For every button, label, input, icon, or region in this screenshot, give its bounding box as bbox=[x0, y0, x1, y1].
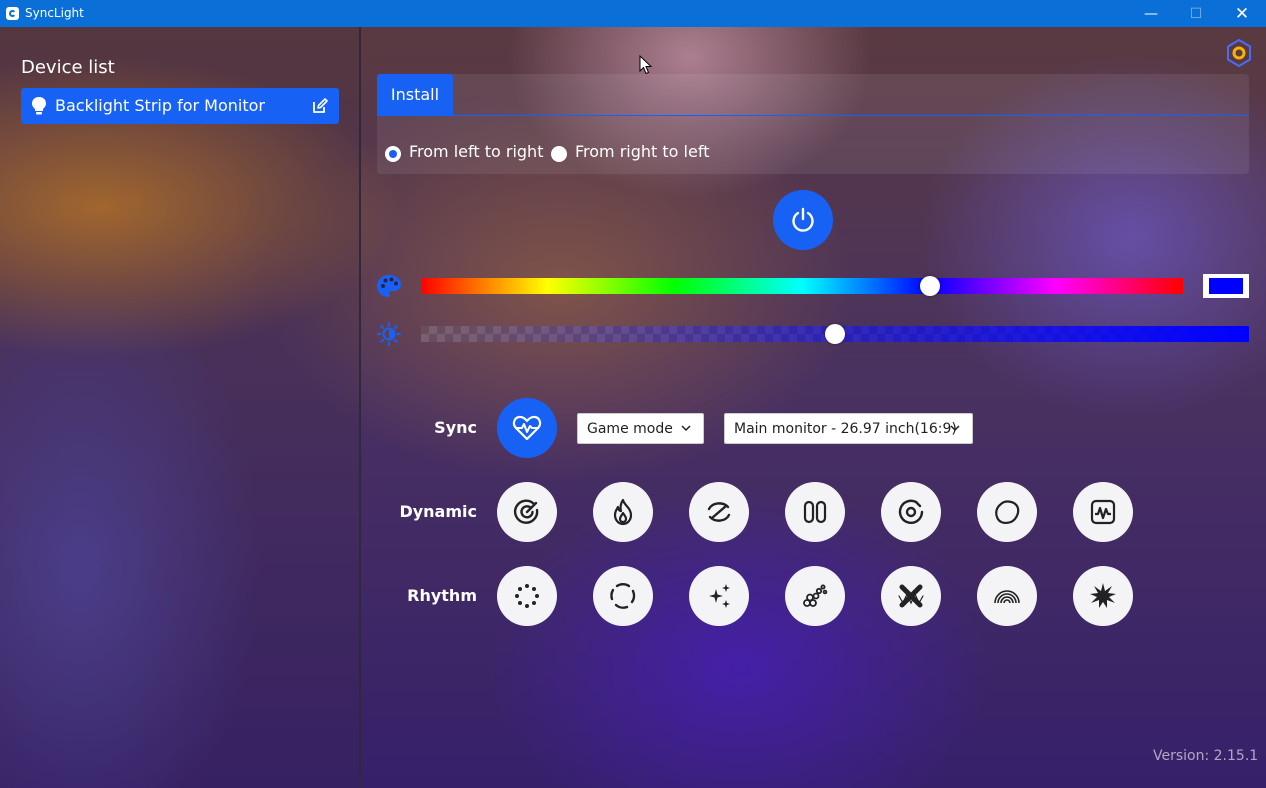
cross-wave-icon bbox=[898, 584, 924, 608]
dashed-ring-icon bbox=[610, 583, 636, 609]
dynamic-effect-5-button[interactable] bbox=[881, 482, 941, 542]
device-item-label: Backlight Strip for Monitor bbox=[55, 96, 265, 115]
install-panel: Install From left to right From right to… bbox=[377, 74, 1249, 174]
dynamic-effect-2-button[interactable] bbox=[593, 482, 653, 542]
brightness-icon bbox=[377, 322, 401, 346]
dynamic-effect-6-button[interactable] bbox=[977, 482, 1037, 542]
device-list-title: Device list bbox=[21, 57, 115, 78]
brightness-slider[interactable] bbox=[421, 324, 1249, 344]
flame-icon bbox=[613, 498, 633, 526]
wave-frame-icon bbox=[1090, 499, 1116, 525]
sparkles-icon bbox=[709, 584, 730, 608]
color-swatch[interactable] bbox=[1203, 274, 1249, 298]
edit-icon[interactable] bbox=[312, 98, 328, 114]
rhythm-effect-1-button[interactable] bbox=[497, 566, 557, 626]
close-button[interactable]: ✕ bbox=[1219, 0, 1265, 27]
swirl-icon bbox=[898, 499, 924, 524]
rhythm-effect-5-button[interactable] bbox=[881, 566, 941, 626]
dynamic-effect-3-button[interactable] bbox=[689, 482, 749, 542]
rhythm-effect-2-button[interactable] bbox=[593, 566, 653, 626]
radio-label-right-to-left[interactable]: From right to left bbox=[575, 142, 709, 161]
chevron-down-icon bbox=[950, 425, 960, 432]
bubbles-icon bbox=[803, 584, 828, 607]
rhythm-effect-3-button[interactable] bbox=[689, 566, 749, 626]
mode-dropdown[interactable]: Game mode bbox=[577, 413, 704, 444]
title-bar: SyncLight — ☐ ✕ bbox=[0, 0, 1266, 27]
dynamic-effect-1-button[interactable] bbox=[497, 482, 557, 542]
monitor-dropdown-value: Main monitor - 26.97 inch(16:9) bbox=[734, 420, 957, 437]
burst-icon bbox=[1090, 583, 1116, 608]
blob-icon bbox=[995, 500, 1020, 525]
version-text: Version: 2.15.1 bbox=[1153, 748, 1259, 764]
palette-icon bbox=[377, 275, 401, 297]
rhythm-label: Rhythm bbox=[407, 586, 477, 605]
hue-slider-thumb[interactable] bbox=[920, 276, 941, 296]
tab-install[interactable]: Install bbox=[377, 74, 453, 115]
heart-pulse-icon bbox=[512, 415, 542, 441]
power-button[interactable] bbox=[773, 190, 833, 250]
tab-underline bbox=[377, 115, 1249, 116]
sync-heart-button[interactable] bbox=[497, 398, 557, 458]
app-client-area: Device list Backlight Strip for Monitor … bbox=[0, 27, 1266, 788]
panel-divider bbox=[359, 27, 361, 788]
radio-left-to-right[interactable] bbox=[385, 146, 401, 162]
target-icon bbox=[513, 499, 539, 524]
pill-pair-icon bbox=[803, 500, 827, 524]
brightness-slider-thumb[interactable] bbox=[825, 324, 845, 344]
mode-dropdown-value: Game mode bbox=[587, 420, 673, 437]
sidebar: Device list Backlight Strip for Monitor bbox=[0, 27, 360, 788]
dynamic-label: Dynamic bbox=[399, 502, 477, 521]
monitor-dropdown[interactable]: Main monitor - 26.97 inch(16:9) bbox=[724, 413, 973, 444]
power-icon bbox=[792, 207, 814, 232]
app-logo-icon bbox=[6, 7, 19, 20]
dynamic-effect-7-button[interactable] bbox=[1073, 482, 1133, 542]
rhythm-effect-6-button[interactable] bbox=[977, 566, 1037, 626]
mouse-cursor-icon bbox=[639, 55, 653, 75]
minimize-button[interactable]: — bbox=[1128, 0, 1174, 27]
maximize-button[interactable]: ☐ bbox=[1173, 0, 1219, 27]
sync-label: Sync bbox=[434, 418, 477, 437]
dynamic-effect-4-button[interactable] bbox=[785, 482, 845, 542]
device-item-backlight-strip[interactable]: Backlight Strip for Monitor bbox=[21, 88, 339, 124]
bulb-icon bbox=[32, 97, 46, 115]
ring-slash-icon bbox=[707, 502, 731, 522]
color-swatch-fill bbox=[1209, 278, 1243, 294]
rhythm-effect-4-button[interactable] bbox=[785, 566, 845, 626]
radio-label-left-to-right[interactable]: From left to right bbox=[409, 142, 543, 161]
dots-ring-icon bbox=[515, 584, 539, 608]
rainbow-icon bbox=[994, 590, 1020, 604]
settings-icon[interactable] bbox=[1225, 39, 1253, 67]
window-title: SyncLight bbox=[25, 6, 84, 20]
radio-right-to-left[interactable] bbox=[551, 146, 567, 162]
chevron-down-icon bbox=[681, 425, 691, 432]
rhythm-effect-7-button[interactable] bbox=[1073, 566, 1133, 626]
hue-slider[interactable] bbox=[421, 276, 1183, 296]
